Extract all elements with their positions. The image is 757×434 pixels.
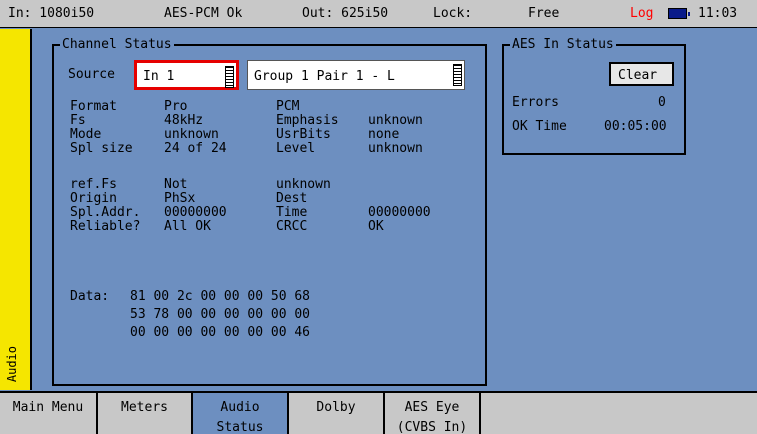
data-line: 53 78 00 00 00 00 00 00 xyxy=(130,307,311,322)
data-label: Data: xyxy=(70,289,110,304)
field-value: 24 of 24 xyxy=(164,141,227,156)
aes-eye-label: AES Eye xyxy=(404,400,460,415)
field-label: PCM xyxy=(276,99,300,114)
side-tab-audio[interactable]: Audio xyxy=(0,29,32,390)
field-value: none xyxy=(368,127,400,142)
audio-status-label: Audio xyxy=(220,400,260,415)
source-value: In 1 xyxy=(143,69,175,84)
field-value: 00000000 xyxy=(368,205,431,220)
aes-in-status-title: AES In Status xyxy=(510,37,616,52)
source-select[interactable]: In 1 xyxy=(134,60,239,90)
main-menu-button[interactable]: Main Menu xyxy=(0,393,98,434)
ok-time-value: 00:05:00 xyxy=(604,119,667,134)
clear-button-label: Clear xyxy=(618,68,658,83)
channel-status-title: Channel Status xyxy=(60,37,174,52)
aes-status-indicator: AES-PCM Ok xyxy=(164,6,243,21)
audio-status-label-line2: Status xyxy=(216,420,264,434)
aes-in-status-panel: AES In Status Clear Errors 0 OK Time 00:… xyxy=(502,37,686,155)
dolby-button[interactable]: Dolby xyxy=(289,393,385,434)
field-label: Fs xyxy=(70,113,86,128)
battery-icon xyxy=(668,8,690,19)
data-line: 81 00 2c 00 00 00 50 68 xyxy=(130,289,311,304)
field-value: unknown xyxy=(164,127,219,142)
input-format: In: 1080i50 xyxy=(8,6,95,21)
field-label: ref.Fs xyxy=(70,177,117,192)
data-line: 00 00 00 00 00 00 00 46 xyxy=(130,325,311,340)
log-indicator: Log xyxy=(630,6,654,21)
field-value: Not xyxy=(164,177,188,192)
field-label: Spl size xyxy=(70,141,133,156)
scroll-icon xyxy=(225,66,234,88)
field-label: Reliable? xyxy=(70,219,141,234)
bottom-menu: Main Menu Meters Audio Status Dolby AES … xyxy=(0,391,757,434)
group-select[interactable]: Group 1 Pair 1 - L xyxy=(247,60,465,90)
field-label: Origin xyxy=(70,191,117,206)
field-label: UsrBits xyxy=(276,127,331,142)
aes-eye-button[interactable]: AES Eye (CVBS In) xyxy=(385,393,481,434)
field-value: All OK xyxy=(164,219,211,234)
field-label: Time xyxy=(276,205,308,220)
scroll-icon xyxy=(453,64,462,86)
audio-status-button[interactable]: Audio Status xyxy=(193,393,289,434)
channel-status-panel: Channel Status Source In 1 Group 1 Pair … xyxy=(52,37,487,386)
field-value: OK xyxy=(368,219,384,234)
field-value: Pro xyxy=(164,99,188,114)
field-value: unknown xyxy=(276,177,331,192)
group-value: Group 1 Pair 1 - L xyxy=(254,69,395,84)
side-tab-label: Audio xyxy=(5,345,19,382)
clock: 11:03 xyxy=(698,6,738,21)
field-label: Format xyxy=(70,99,117,114)
field-label: CRCC xyxy=(276,219,308,234)
source-label: Source xyxy=(68,67,115,82)
lock-label: Lock: xyxy=(433,6,473,21)
field-label: Level xyxy=(276,141,316,156)
clear-button[interactable]: Clear xyxy=(609,62,674,86)
field-value: 48kHz xyxy=(164,113,204,128)
errors-value: 0 xyxy=(658,95,666,110)
field-value: PhSx xyxy=(164,191,196,206)
ok-time-label: OK Time xyxy=(512,119,567,134)
output-format: Out: 625i50 xyxy=(302,6,389,21)
field-label: Emphasis xyxy=(276,113,339,128)
meters-button[interactable]: Meters xyxy=(98,393,193,434)
field-value: 00000000 xyxy=(164,205,227,220)
aes-eye-label-line2: (CVBS In) xyxy=(396,420,468,434)
meters-label: Meters xyxy=(121,400,168,415)
field-label: Spl.Addr. xyxy=(70,205,141,220)
field-label: Mode xyxy=(70,127,102,142)
field-value: unknown xyxy=(368,113,423,128)
dolby-label: Dolby xyxy=(316,400,356,415)
errors-label: Errors xyxy=(512,95,559,110)
field-value: unknown xyxy=(368,141,423,156)
lock-value: Free xyxy=(528,6,560,21)
field-label: Dest xyxy=(276,191,308,206)
main-menu-label: Main Menu xyxy=(12,400,84,415)
status-bar: In: 1080i50 AES-PCM Ok Out: 625i50 Lock:… xyxy=(0,0,757,28)
